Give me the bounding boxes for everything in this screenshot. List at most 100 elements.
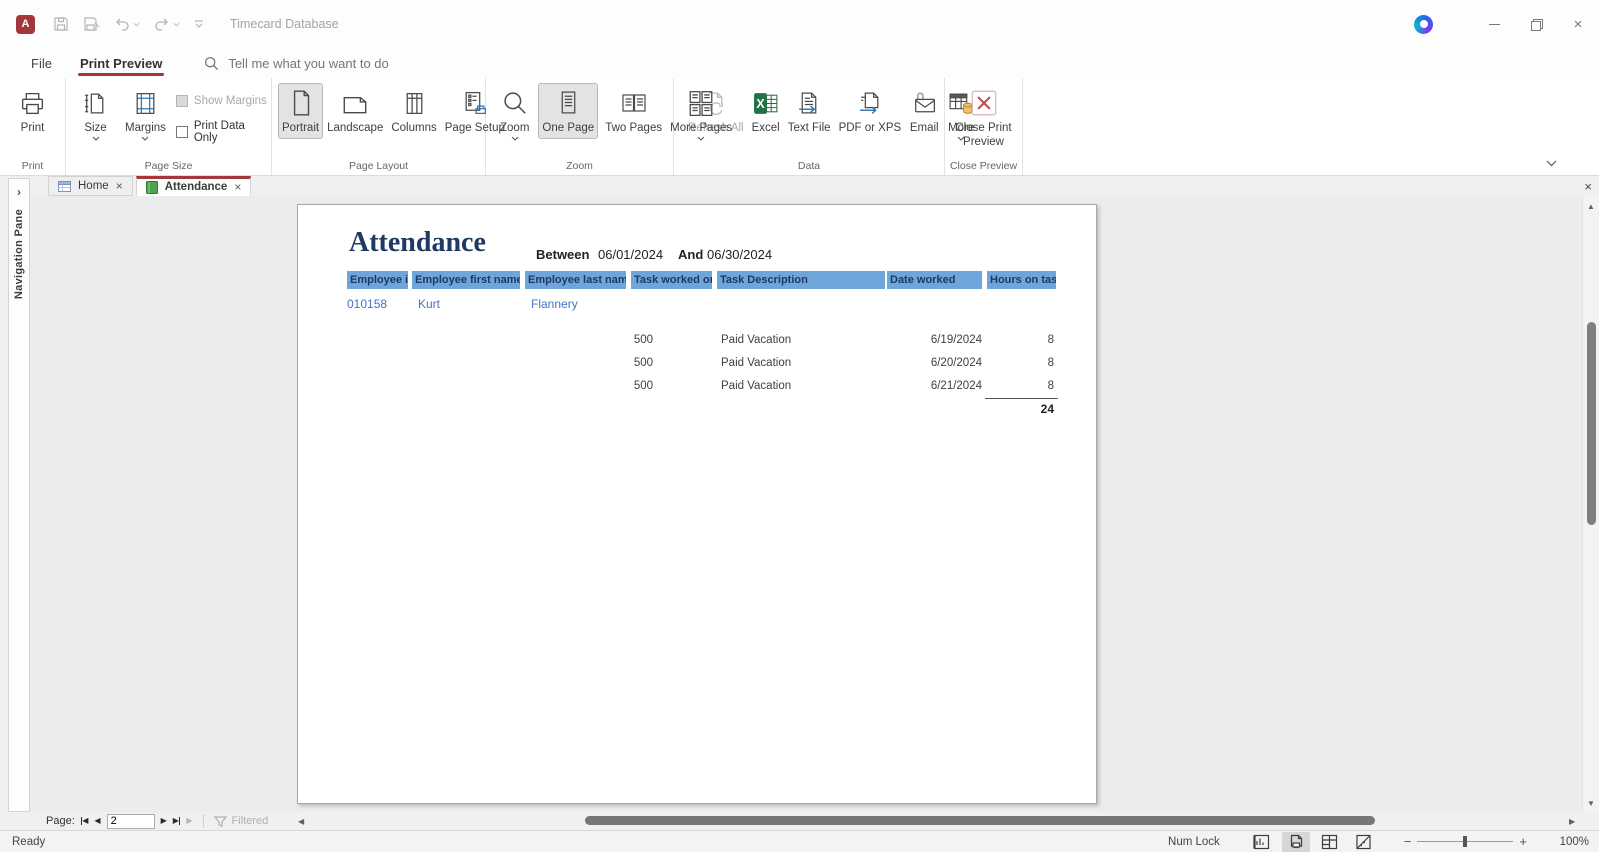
previous-page-button[interactable]: ◀	[94, 817, 100, 825]
email-icon	[909, 87, 939, 119]
total-hours: 24	[1040, 402, 1054, 416]
zoom-out-button[interactable]: −	[1398, 834, 1418, 849]
between-label: Between	[536, 247, 590, 262]
chevron-down-icon	[511, 136, 519, 141]
show-margins-checkbox[interactable]: Show Margins	[175, 95, 271, 107]
save-icon[interactable]	[53, 16, 69, 32]
scroll-right-icon[interactable]: ▶	[1569, 817, 1575, 826]
title-bar: A Timecard Database ×	[0, 0, 1599, 48]
export-text-file-button[interactable]: Text File	[784, 83, 835, 139]
ribbon-group-zoom: Zoom One Page Two Pages More Pages Zoom	[486, 78, 732, 175]
report-title: Attendance	[349, 227, 486, 258]
size-button[interactable]: Size	[78, 83, 113, 145]
close-print-preview-button[interactable]: Close Print Preview	[950, 83, 1018, 153]
close-tab-icon[interactable]: ×	[116, 179, 123, 193]
page-size-checkboxes: Show Margins Print Data Only	[175, 95, 271, 144]
page-navigation-row: Page: ◀ ◀ ▶ ▶ ▶ Filtered ◀ ▶	[0, 812, 1599, 830]
filter-indicator[interactable]: Filtered	[213, 815, 269, 827]
close-tab-icon[interactable]: ×	[234, 180, 241, 194]
end-date: 06/30/2024	[707, 247, 773, 262]
refresh-icon	[702, 87, 729, 119]
status-bar: Ready Num Lock − + 100%	[0, 830, 1599, 852]
scroll-left-icon[interactable]: ◀	[298, 817, 304, 826]
columns-icon	[401, 87, 428, 119]
first-page-button[interactable]: ◀	[80, 817, 88, 825]
employee-id: 010158	[347, 297, 388, 311]
report-view-button[interactable]	[1248, 832, 1276, 852]
total-divider	[985, 398, 1058, 399]
num-lock-indicator: Num Lock	[1168, 835, 1220, 848]
collapse-ribbon-button[interactable]	[1546, 160, 1557, 167]
copilot-icon[interactable]	[1414, 14, 1433, 34]
tab-home-label: Home	[78, 180, 109, 192]
record-navigator: Page: ◀ ◀ ▶ ▶ ▶ Filtered	[46, 813, 268, 829]
design-view-button[interactable]	[1350, 832, 1378, 852]
navigation-pane-label: Navigation Pane	[13, 209, 25, 300]
report-page[interactable]: Attendance Between 06/01/2024 And 06/30/…	[297, 204, 1097, 804]
zoom-slider: − +	[1398, 834, 1533, 849]
window-controls: ×	[1414, 4, 1599, 44]
export-excel-button[interactable]: X Excel	[748, 83, 784, 139]
margins-button[interactable]: Margins	[121, 83, 170, 145]
one-page-icon	[555, 87, 582, 119]
horizontal-scrollbar-thumb[interactable]	[585, 816, 1375, 825]
column-header: Hours on task	[987, 271, 1056, 289]
redo-icon[interactable]	[154, 17, 180, 31]
last-page-button[interactable]: ▶	[173, 817, 181, 825]
restore-button[interactable]	[1515, 4, 1557, 44]
window-title: Timecard Database	[230, 17, 339, 31]
landscape-button[interactable]: Landscape	[323, 83, 387, 139]
tab-print-preview[interactable]: Print Preview	[66, 48, 176, 78]
columns-button[interactable]: Columns	[387, 83, 440, 139]
report-icon	[145, 180, 158, 194]
chevron-down-icon	[141, 136, 149, 141]
zoom-level[interactable]: 100%	[1543, 836, 1589, 848]
export-pdf-xps-button[interactable]: PDF or XPS	[835, 83, 906, 139]
magnifier-icon	[501, 87, 529, 119]
print-button[interactable]: Print	[15, 83, 50, 139]
page-label: Page:	[46, 815, 75, 827]
tab-home[interactable]: Home ×	[48, 176, 133, 196]
next-page-button[interactable]: ▶	[161, 817, 167, 825]
employee-last-name: Flannery	[531, 297, 578, 311]
close-icon: ×	[1573, 15, 1583, 33]
minimize-button[interactable]	[1473, 4, 1515, 44]
zoom-in-button[interactable]: +	[1513, 834, 1533, 849]
layout-view-button[interactable]	[1316, 832, 1344, 852]
access-window: A Timecard Database × File Print Preview…	[0, 0, 1599, 852]
email-button[interactable]: Email	[905, 83, 943, 139]
zoom-button[interactable]: Zoom	[496, 83, 533, 145]
navigation-pane-collapsed[interactable]: › Navigation Pane	[8, 178, 30, 812]
print-preview-view-button[interactable]	[1281, 831, 1310, 852]
ribbon-group-print: Print Print	[0, 78, 66, 175]
checkbox-icon	[175, 95, 188, 107]
scroll-down-icon[interactable]: ▼	[1583, 799, 1599, 808]
close-object-icon[interactable]: ×	[1584, 179, 1592, 194]
filtered-label: Filtered	[231, 815, 269, 827]
object-tab-strip: Home × Attendance × ×	[30, 176, 1599, 196]
portrait-button[interactable]: Portrait	[278, 83, 324, 140]
expand-navigation-pane-icon[interactable]: ›	[17, 185, 21, 199]
one-page-button[interactable]: One Page	[538, 83, 599, 140]
two-pages-button[interactable]: Two Pages	[601, 83, 666, 139]
vertical-scrollbar[interactable]: ▲ ▼	[1582, 196, 1599, 812]
ribbon: Print Print Size Margins Show Margins Pr…	[0, 78, 1599, 176]
scroll-up-icon[interactable]: ▲	[1583, 202, 1599, 211]
zoom-slider-track[interactable]	[1417, 836, 1514, 847]
current-page-input[interactable]	[106, 813, 155, 829]
start-date: 06/01/2024	[598, 247, 664, 262]
pdf-xps-icon	[856, 87, 884, 119]
vertical-scrollbar-thumb[interactable]	[1587, 322, 1596, 525]
tab-file[interactable]: File	[17, 48, 66, 78]
undo-icon[interactable]	[114, 17, 140, 31]
print-data-only-checkbox[interactable]: Print Data Only	[175, 120, 271, 144]
zoom-slider-thumb[interactable]	[1463, 836, 1468, 847]
minimize-icon	[1488, 23, 1500, 25]
close-button[interactable]: ×	[1557, 4, 1599, 44]
customize-quick-access-icon[interactable]	[194, 20, 204, 28]
tab-attendance[interactable]: Attendance ×	[135, 176, 252, 196]
text-file-icon	[796, 87, 823, 119]
tell-me-search[interactable]: Tell me what you want to do	[204, 56, 389, 71]
save-as-icon[interactable]	[83, 16, 100, 32]
filter-funnel-icon	[213, 815, 227, 827]
